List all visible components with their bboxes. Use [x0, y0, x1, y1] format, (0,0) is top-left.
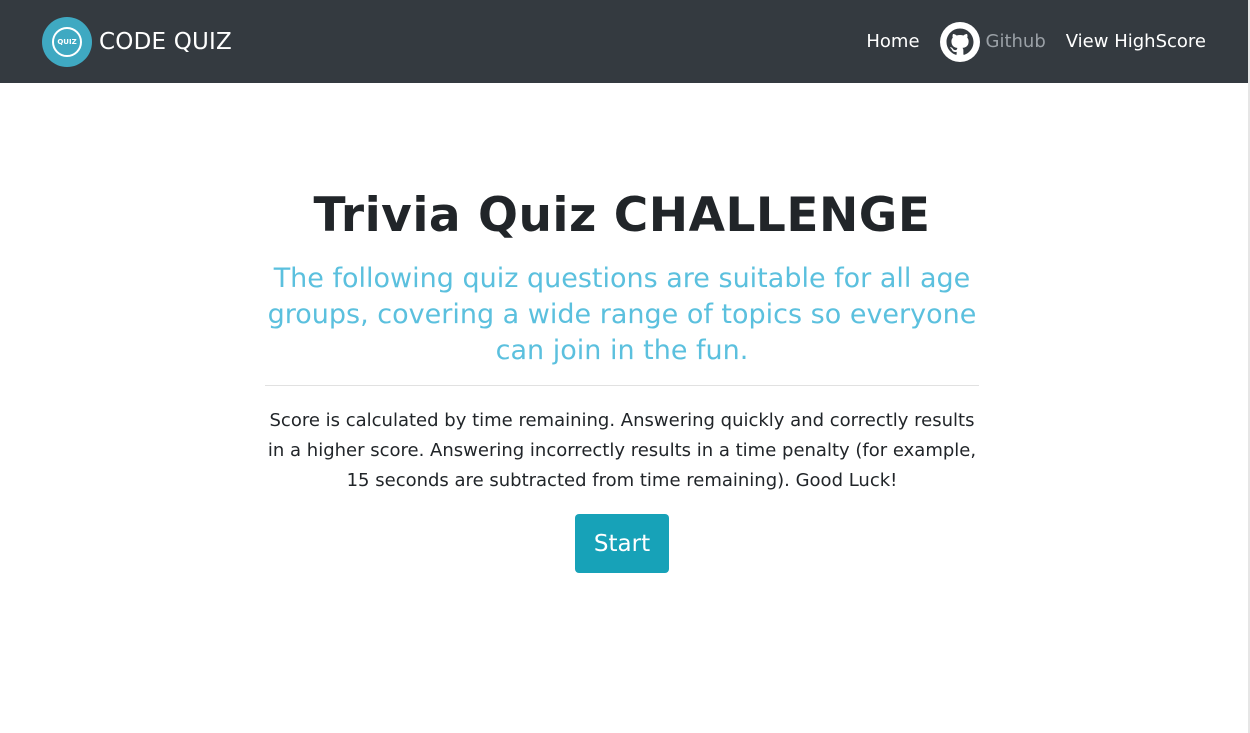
page: QUIZ CODE QUIZ Home Github View HighScor…	[0, 0, 1250, 733]
nav-home-link[interactable]: Home	[866, 31, 919, 52]
nav-links: Home Github View HighScore	[866, 21, 1206, 62]
brand-name: CODE QUIZ	[99, 28, 232, 55]
top-navbar: QUIZ CODE QUIZ Home Github View HighScor…	[0, 0, 1248, 83]
github-icon	[939, 21, 980, 62]
page-title: Trivia Quiz CHALLENGE	[313, 188, 931, 243]
rules-text: Score is calculated by time remaining. A…	[267, 410, 977, 491]
nav-highscore-link[interactable]: View HighScore	[1066, 31, 1206, 52]
nav-github-link[interactable]: Github	[939, 21, 1046, 62]
brand-link[interactable]: QUIZ CODE QUIZ	[42, 16, 232, 67]
start-button[interactable]: Start	[575, 514, 669, 573]
github-label: Github	[985, 31, 1046, 52]
logo-text: QUIZ	[52, 26, 82, 57]
page-subtitle: The following quiz questions are suitabl…	[267, 263, 977, 366]
quiz-logo-icon: QUIZ	[42, 16, 92, 67]
intro-section: Trivia Quiz CHALLENGE The following quiz…	[265, 187, 979, 573]
divider	[265, 385, 979, 386]
main-content: Trivia Quiz CHALLENGE The following quiz…	[0, 83, 1248, 733]
